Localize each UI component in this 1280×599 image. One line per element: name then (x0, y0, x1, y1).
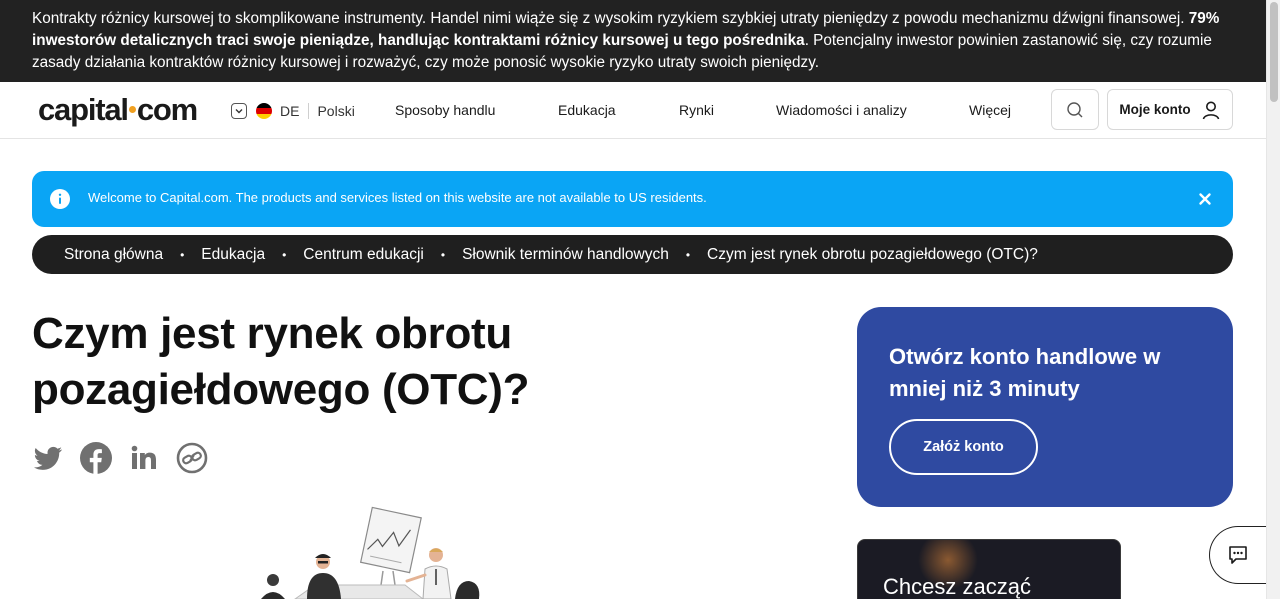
language-label: Polski (317, 103, 355, 119)
chat-icon (1229, 546, 1247, 564)
capital-com-logo[interactable]: capital com (38, 92, 198, 128)
scrollbar-thumb[interactable] (1270, 2, 1278, 102)
us-residents-notice: Welcome to Capital.com. The products and… (32, 171, 1233, 227)
my-account-button[interactable]: Moje konto (1107, 89, 1233, 130)
risk-warning-banner: Kontrakty różnicy kursowej to skomplikow… (0, 0, 1266, 82)
nav-wiadomosci[interactable]: Wiadomości i analizy (776, 102, 907, 118)
nav-sposoby-handlu[interactable]: Sposoby handlu (395, 102, 495, 118)
user-icon (1202, 101, 1219, 119)
germany-flag-icon (256, 103, 272, 119)
cta-heading: Otwórz konto handlowe w mniej niż 3 minu… (889, 344, 1161, 401)
page-scrollbar[interactable] (1266, 0, 1280, 599)
search-button[interactable] (1051, 89, 1099, 130)
chat-widget-button[interactable] (1209, 526, 1273, 584)
info-icon (50, 189, 70, 209)
breadcrumb-separator: • (282, 247, 287, 262)
language-selector[interactable]: DE Polski (231, 101, 355, 121)
notice-text: Welcome to Capital.com. The products and… (88, 190, 707, 205)
search-icon (1067, 101, 1083, 117)
meeting-illustration (261, 506, 480, 599)
open-account-card: Otwórz konto handlowe w mniej niż 3 minu… (857, 307, 1233, 507)
facebook-icon[interactable] (80, 442, 112, 474)
logo-right-text: com (136, 92, 198, 127)
nav-rynki[interactable]: Rynki (679, 102, 714, 118)
copy-link-icon[interactable] (176, 442, 208, 474)
promo-text: Chcesz zacząć (883, 574, 1031, 599)
breadcrumb: Strona główna • Edukacja • Centrum eduka… (32, 235, 1233, 274)
page-title: Czym jest rynek obrotu pozagiełdowego (O… (32, 309, 530, 414)
site-header: capital com DE Polski Sposoby handlu Eduk… (0, 82, 1266, 139)
account-label: Moje konto (1119, 102, 1191, 117)
divider (308, 103, 310, 119)
breadcrumb-current: Czym jest rynek obrotu pozagiełdowego (O… (707, 245, 1038, 263)
breadcrumb-centrum-edukacji[interactable]: Centrum edukacji (303, 246, 424, 264)
breadcrumb-edukacja[interactable]: Edukacja (201, 246, 265, 264)
breadcrumb-slownik[interactable]: Słownik terminów handlowych (462, 246, 669, 264)
breadcrumb-home[interactable]: Strona główna (64, 246, 163, 264)
breadcrumb-separator: • (685, 247, 691, 262)
breadcrumb-separator: • (440, 247, 446, 262)
open-account-button[interactable]: Załóż konto (889, 419, 1038, 475)
chevron-down-icon (231, 103, 247, 119)
risk-text-1: Kontrakty różnicy kursowej to skomplikow… (32, 10, 1189, 27)
promo-card[interactable]: Chcesz zacząć (857, 539, 1121, 599)
logo-dot (128, 105, 136, 113)
twitter-icon[interactable] (32, 442, 64, 474)
nav-edukacja[interactable]: Edukacja (558, 102, 616, 118)
breadcrumb-separator: • (180, 247, 185, 262)
logo-left-text: capital (38, 92, 129, 127)
close-icon[interactable] (1196, 190, 1214, 208)
linkedin-icon[interactable] (128, 442, 160, 474)
region-code: DE (280, 103, 300, 119)
nav-wiecej[interactable]: Więcej (969, 102, 1011, 118)
